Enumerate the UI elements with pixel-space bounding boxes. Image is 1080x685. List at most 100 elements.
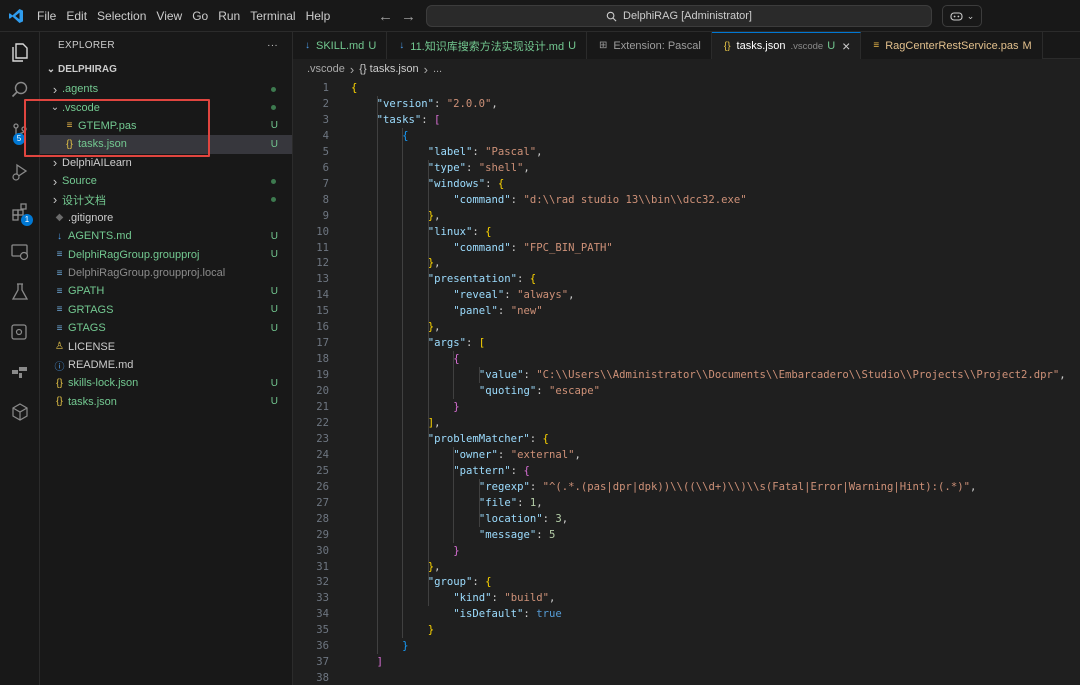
code-text: }: [427, 624, 435, 637]
code-line: 24 "owner": "external",: [293, 447, 1080, 463]
line-number: 24: [316, 448, 329, 461]
explorer-header: EXPLORER ···: [40, 32, 292, 58]
json-file-icon: {}: [56, 396, 63, 408]
containers-activity-button[interactable]: [0, 312, 40, 352]
tree-item-gtemp-pas[interactable]: ≡ GTEMP.pas U: [40, 117, 292, 135]
tree-item-label: Source: [62, 175, 97, 188]
tree-item-agents-md[interactable]: ↓ AGENTS.md U: [40, 227, 292, 245]
code-line: 13 "presentation": {: [293, 271, 1080, 287]
code-text: {: [351, 82, 358, 94]
markdown-file-icon: ↓: [305, 40, 310, 51]
line-number: 27: [316, 496, 329, 509]
chevron-down-icon: ⌄: [966, 10, 975, 21]
tab-pas-4[interactable]: ≡ RagCenterRestService.pas M: [861, 32, 1043, 59]
menu-view[interactable]: View: [151, 0, 187, 32]
chevron-right-icon: ›: [52, 173, 58, 189]
menu-help[interactable]: Help: [301, 0, 336, 32]
tree-item-vscode[interactable]: ⌄ .vscode: [40, 98, 292, 116]
copilot-button[interactable]: ⌄: [942, 5, 982, 27]
tree-item-readme-md[interactable]: ⓘ README.md: [40, 356, 292, 374]
line-number: 23: [316, 432, 329, 445]
menu-run[interactable]: Run: [213, 0, 245, 32]
git-change-dot: [271, 197, 276, 203]
title-bar: File Edit Selection View Go Run Terminal Help ←…: [0, 0, 1080, 32]
code-line: 6 "type": "shell",: [293, 160, 1080, 176]
tab-md-1[interactable]: ↓ 11.知识库搜索方法实现设计.md U: [387, 32, 588, 59]
tab-label: 11.知识库搜索方法实现设计.md: [410, 40, 565, 53]
file-icon: ≡: [56, 285, 63, 297]
tab-git-status: M: [1022, 39, 1032, 52]
breadcrumb-item[interactable]: {} tasks.json: [359, 63, 418, 75]
code-line: 21 }: [293, 399, 1080, 415]
tab-ext-2[interactable]: ⊞ Extension: Pascal: [587, 32, 712, 59]
close-icon[interactable]: ×: [842, 38, 850, 54]
forward-arrow-icon[interactable]: →: [401, 8, 416, 25]
command-center-search[interactable]: DelphiRAG [Administrator]: [426, 5, 932, 27]
tree-item-gitignore[interactable]: ◆ .gitignore: [40, 209, 292, 227]
containers-icon: [11, 324, 27, 340]
tree-item-delphiraggroup-groupproj-local[interactable]: ≡ DelphiRagGroup.groupproj.local: [40, 264, 292, 282]
back-arrow-icon[interactable]: ←: [378, 8, 393, 25]
tab-label: SKILL.md: [316, 39, 365, 52]
code-line: 29 "message": 5: [293, 527, 1080, 543]
workspace-root[interactable]: ⌄ DELPHIRAG: [40, 58, 292, 80]
code-line: 2 "version": "2.0.0",: [293, 96, 1080, 112]
tree-item-skills-lock-json[interactable]: {} skills-lock.json U: [40, 374, 292, 392]
deploy-activity-button[interactable]: [0, 352, 40, 392]
testing-activity-button[interactable]: [0, 272, 40, 312]
tree-item-label: .gitignore: [68, 211, 114, 224]
chevron-right-icon: ›: [52, 192, 58, 208]
tree-item-grtags[interactable]: ≡ GRTAGS U: [40, 301, 292, 319]
menu-file[interactable]: File: [32, 0, 61, 32]
menu-edit[interactable]: Edit: [61, 0, 92, 32]
git-file-icon: ◆: [55, 212, 64, 224]
git-status-badge: U: [270, 322, 278, 334]
tab-git-status: U: [368, 39, 377, 52]
tree-item-agents[interactable]: › .agents: [40, 80, 292, 98]
code-text: }: [453, 544, 460, 557]
line-number: 28: [316, 512, 329, 525]
line-number: 8: [322, 193, 329, 206]
line-number: 34: [316, 608, 329, 621]
line-number: 16: [316, 321, 329, 334]
tree-item-delphiailearn[interactable]: › DelphiAILearn: [40, 154, 292, 172]
menu-selection[interactable]: Selection: [92, 0, 151, 32]
tree-item-[interactable]: › 设计文档: [40, 190, 292, 208]
tree-item-tasks-json[interactable]: {} tasks.json U: [40, 393, 292, 411]
packages-activity-button[interactable]: [0, 392, 40, 432]
menu-go[interactable]: Go: [187, 0, 213, 32]
tree-item-gpath[interactable]: ≡ GPATH U: [40, 282, 292, 300]
line-number: 26: [316, 480, 329, 493]
search-activity-button[interactable]: [0, 70, 40, 110]
explorer-activity-button[interactable]: [0, 32, 40, 72]
tab-label: Extension: Pascal: [613, 39, 701, 52]
file-icon: ≡: [56, 304, 63, 316]
breadcrumb-item[interactable]: .vscode: [307, 63, 345, 75]
run-debug-icon: [12, 163, 28, 181]
menu-terminal[interactable]: Terminal: [245, 0, 300, 32]
code-line: 8 "command": "d:\\rad studio 13\\bin\\dc…: [293, 192, 1080, 208]
tree-item-delphiraggroup-groupproj[interactable]: ≡ DelphiRagGroup.groupproj U: [40, 246, 292, 264]
run-debug-activity-button[interactable]: [0, 152, 40, 192]
breadcrumb-item[interactable]: ...: [433, 63, 442, 75]
extensions-activity-button[interactable]: 1: [0, 192, 40, 232]
code-text: "quoting": "escape": [478, 385, 601, 398]
line-number: 9: [322, 209, 329, 222]
source-control-activity-button[interactable]: 5: [0, 112, 40, 152]
tree-item-tasks-json[interactable]: {} tasks.json U: [40, 135, 292, 154]
code-editor[interactable]: 1{2 "version": "2.0.0", 3 "tasks": [4 {5 …: [293, 79, 1080, 685]
code-text: "tasks": [: [376, 113, 441, 126]
markdown-file-icon: ↓: [399, 40, 405, 51]
tree-item-source[interactable]: › Source: [40, 172, 292, 190]
chevron-right-icon: ›: [52, 81, 58, 97]
code-text: "group": {: [427, 576, 492, 589]
chevron-down-icon: ⌄: [50, 102, 60, 114]
files-icon: [12, 43, 28, 62]
json-file-icon: {}: [56, 377, 63, 389]
tab-md-0[interactable]: ↓ SKILL.md U: [293, 32, 388, 59]
remote-explorer-activity-button[interactable]: [0, 232, 40, 272]
tree-item-gtags[interactable]: ≡ GTAGS U: [40, 319, 292, 337]
tree-item-license[interactable]: ♙ LICENSE: [40, 337, 292, 355]
tab-json-3[interactable]: {} tasks.json .vscode U ×: [711, 32, 862, 59]
more-actions-icon[interactable]: ···: [267, 40, 278, 51]
